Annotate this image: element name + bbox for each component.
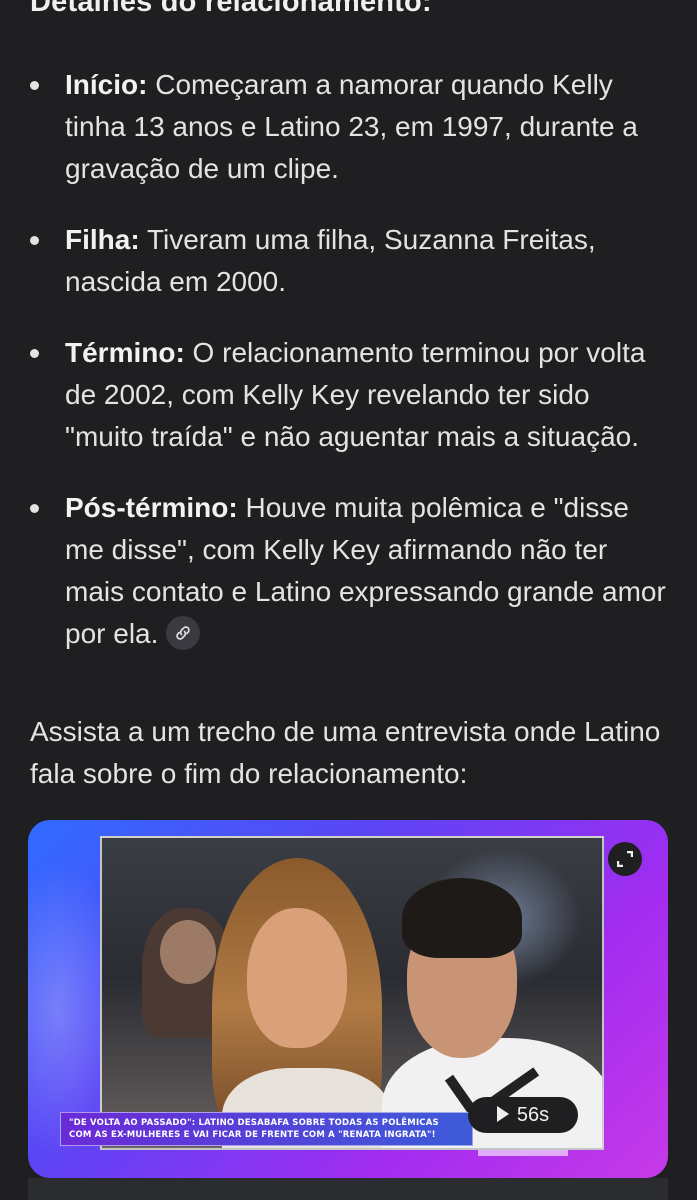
item-term: Início: (65, 69, 148, 100)
video-progress-bar (478, 1150, 568, 1156)
video-caption: "DE VOLTA AO PASSADO": LATINO DESABAFA S… (60, 1112, 473, 1146)
item-term: Pós-término: (65, 492, 238, 523)
item-text: Começaram a namorar quando Kelly tinha 1… (65, 69, 638, 184)
section-heading: Detalhes do relacionamento: (30, 0, 432, 18)
bullet-dot (30, 236, 39, 245)
bullet-dot (30, 81, 39, 90)
list-item: Início: Começaram a namorar quando Kelly… (30, 64, 670, 190)
list-item: Filha: Tiveram uma filha, Suzanna Freita… (30, 219, 670, 303)
video-intro-text: Assista a um trecho de uma entrevista on… (30, 716, 661, 789)
play-icon (496, 1105, 509, 1122)
item-term: Filha: (65, 224, 140, 255)
item-term: Término: (65, 337, 185, 368)
expand-icon (617, 851, 633, 867)
expand-button[interactable] (608, 842, 642, 876)
item-text: Tiveram uma filha, Suzanna Freitas, nasc… (65, 224, 596, 297)
video-card-footer (28, 1178, 668, 1200)
link-icon (176, 625, 191, 640)
bullet-dot (30, 349, 39, 358)
video-duration: 56s (516, 1104, 550, 1126)
list-item: Pós-término: Houve muita polêmica e "dis… (30, 487, 670, 655)
bullet-dot (30, 504, 39, 513)
relationship-details-list: Início: Começaram a namorar quando Kelly… (30, 64, 670, 655)
play-duration-button[interactable]: 56s (468, 1097, 578, 1133)
source-link-button[interactable] (166, 615, 201, 650)
video-thumbnail[interactable]: "DE VOLTA AO PASSADO": LATINO DESABAFA S… (28, 820, 668, 1178)
list-item: Término: O relacionamento terminou por v… (30, 332, 670, 458)
